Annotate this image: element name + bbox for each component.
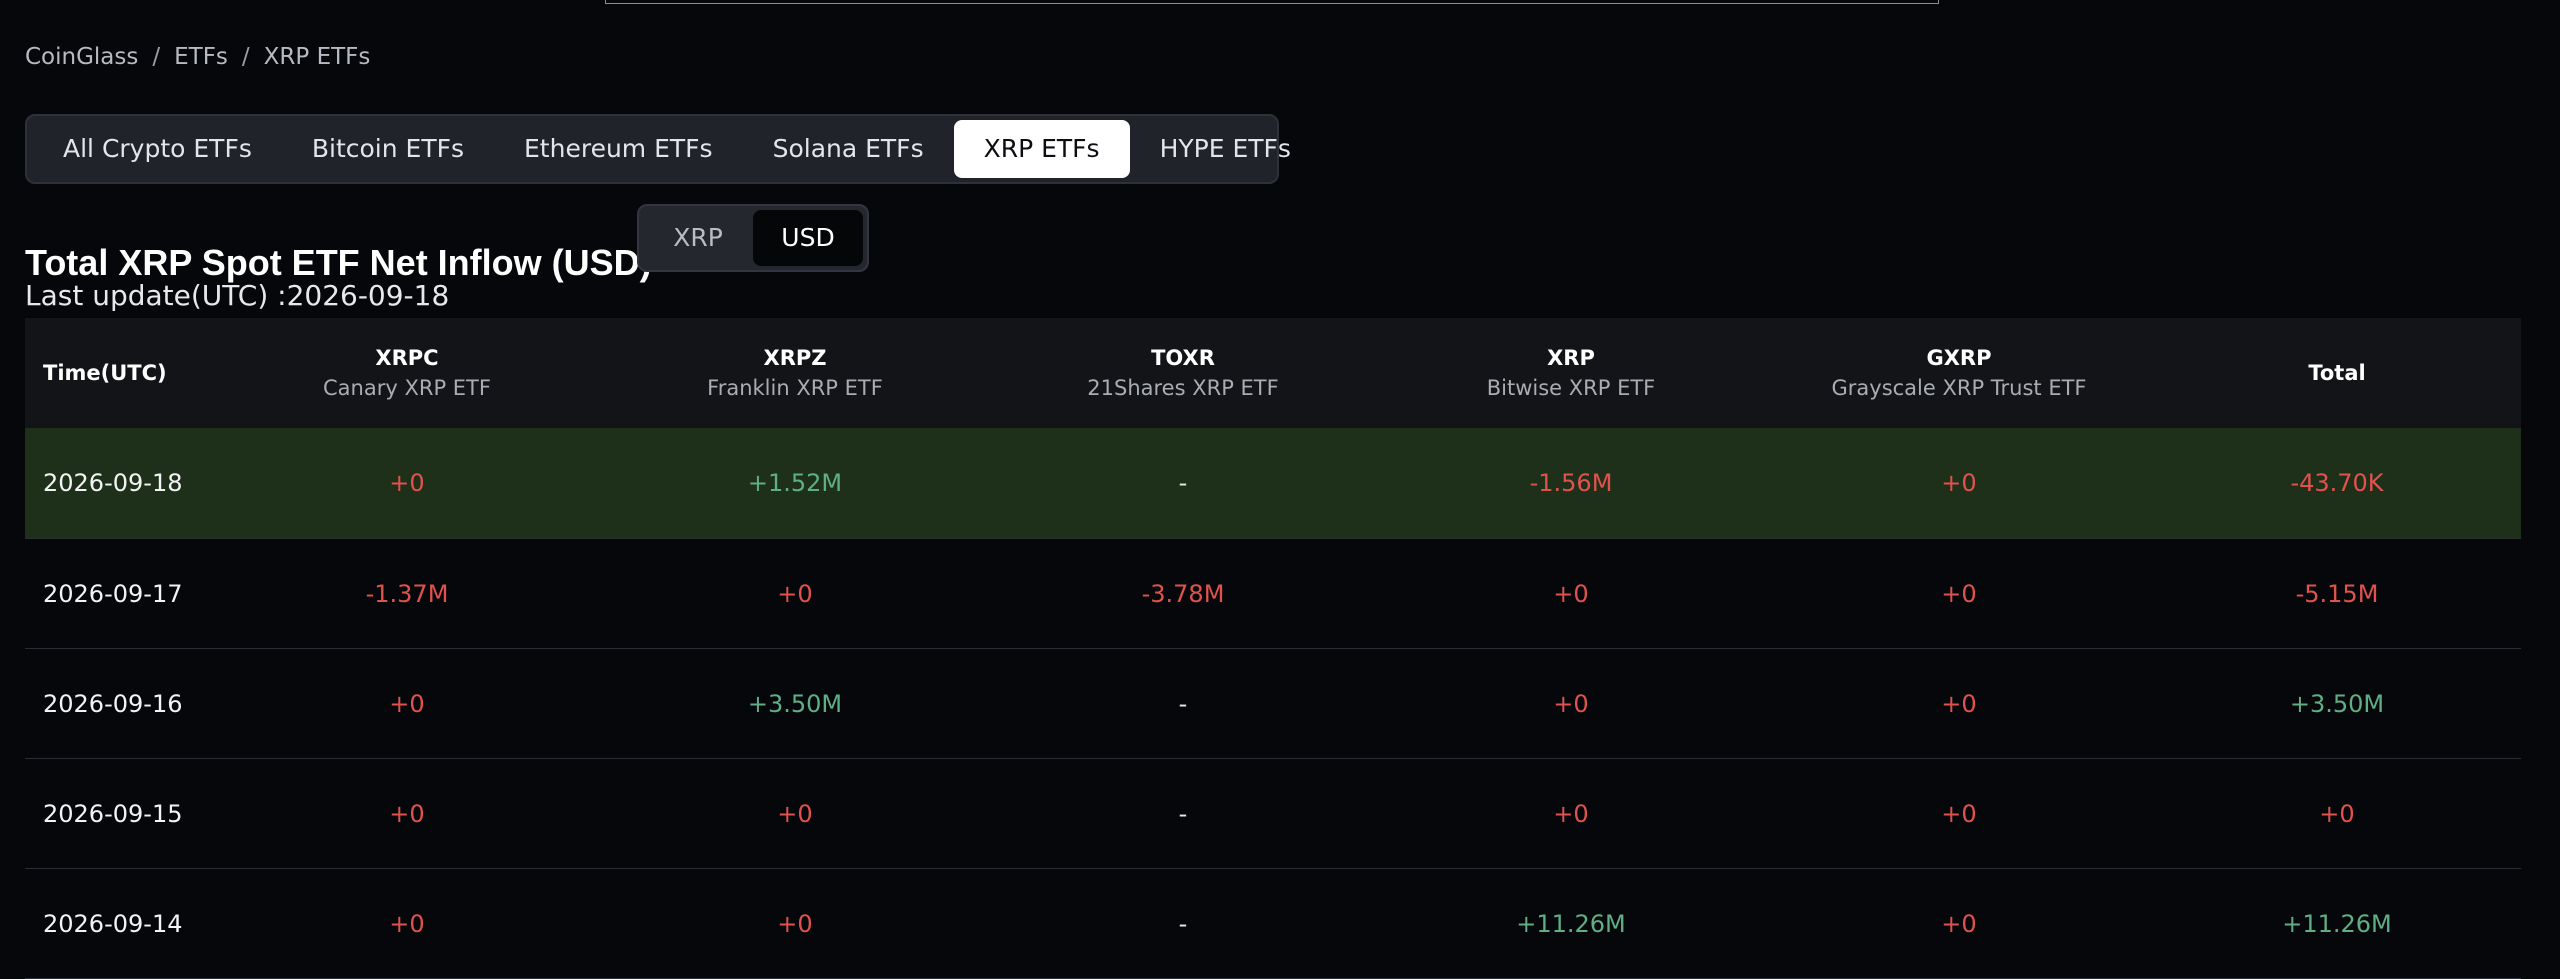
unit-toggle: XRP USD bbox=[637, 204, 869, 272]
flow-cell: -1.56M bbox=[1377, 428, 1765, 539]
table-row[interactable]: 2026-09-17 -1.37M +0 -3.78M +0 +0 -5.15M bbox=[25, 538, 2521, 649]
column-header-fund[interactable]: XRP Bitwise XRP ETF bbox=[1377, 318, 1765, 428]
flow-cell: -1.37M bbox=[213, 538, 601, 649]
tab-bitcoin-etfs[interactable]: Bitcoin ETFs bbox=[282, 120, 494, 178]
fund-ticker: GXRP bbox=[1926, 346, 1992, 370]
total-cell: +0 bbox=[2153, 758, 2521, 869]
table-row[interactable]: 2026-09-14 +0 +0 - +11.26M +0 +11.26M bbox=[25, 868, 2521, 979]
page-title: Total XRP Spot ETF Net Inflow (USD) bbox=[25, 242, 652, 284]
tab-solana-etfs[interactable]: Solana ETFs bbox=[743, 120, 954, 178]
fund-ticker: TOXR bbox=[1151, 346, 1215, 370]
fund-name: Bitwise XRP ETF bbox=[1486, 376, 1656, 400]
breadcrumb-current: XRP ETFs bbox=[263, 44, 371, 70]
flow-cell: - bbox=[989, 868, 1377, 979]
fund-name: 21Shares XRP ETF bbox=[1087, 376, 1279, 400]
flow-cell: +0 bbox=[601, 868, 989, 979]
column-header-fund[interactable]: TOXR 21Shares XRP ETF bbox=[989, 318, 1377, 428]
flow-cell: - bbox=[989, 648, 1377, 759]
last-update-text: Last update(UTC) :2026-09-18 bbox=[25, 279, 450, 312]
breadcrumb-etfs[interactable]: ETFs bbox=[174, 44, 228, 70]
unit-option-usd[interactable]: USD bbox=[753, 210, 863, 266]
row-date: 2026-09-16 bbox=[25, 648, 213, 759]
total-cell: +11.26M bbox=[2153, 868, 2521, 979]
flow-cell: +0 bbox=[1377, 758, 1765, 869]
tab-all-crypto-etfs[interactable]: All Crypto ETFs bbox=[33, 120, 282, 178]
flow-cell: +11.26M bbox=[1377, 868, 1765, 979]
flow-cell: +0 bbox=[1377, 648, 1765, 759]
flow-cell: +3.50M bbox=[601, 648, 989, 759]
etf-flow-table: Time(UTC) XRPC Canary XRP ETF XRPZ Frank… bbox=[25, 318, 2521, 979]
unit-option-xrp[interactable]: XRP bbox=[643, 210, 753, 266]
column-header-total: Total bbox=[2153, 318, 2521, 428]
flow-cell: +1.52M bbox=[601, 428, 989, 539]
breadcrumb-coinglass[interactable]: CoinGlass bbox=[25, 44, 138, 70]
table-row[interactable]: 2026-09-16 +0 +3.50M - +0 +0 +3.50M bbox=[25, 648, 2521, 759]
flow-cell: +0 bbox=[1377, 538, 1765, 649]
column-header-time: Time(UTC) bbox=[25, 318, 213, 428]
flow-cell: +0 bbox=[213, 428, 601, 539]
table-row[interactable]: 2026-09-18 +0 +1.52M - -1.56M +0 -43.70K bbox=[25, 428, 2521, 539]
fund-ticker: XRP bbox=[1547, 346, 1595, 370]
tab-xrp-etfs[interactable]: XRP ETFs bbox=[953, 120, 1130, 178]
flow-cell: +0 bbox=[213, 648, 601, 759]
flow-cell: +0 bbox=[601, 538, 989, 649]
fund-ticker: XRPZ bbox=[763, 346, 827, 370]
tab-hype-etfs[interactable]: HYPE ETFs bbox=[1130, 120, 1321, 178]
column-header-fund[interactable]: XRPC Canary XRP ETF bbox=[213, 318, 601, 428]
search-box-edge[interactable] bbox=[605, 0, 1939, 4]
row-date: 2026-09-14 bbox=[25, 868, 213, 979]
breadcrumb: CoinGlass / ETFs / XRP ETFs bbox=[25, 44, 370, 70]
flow-cell: - bbox=[989, 758, 1377, 869]
flow-cell: +0 bbox=[601, 758, 989, 869]
flow-cell: +0 bbox=[1765, 758, 2153, 869]
flow-cell: +0 bbox=[213, 868, 601, 979]
table-row[interactable]: 2026-09-15 +0 +0 - +0 +0 +0 bbox=[25, 758, 2521, 869]
breadcrumb-separator: / bbox=[241, 44, 250, 70]
total-cell: -43.70K bbox=[2153, 428, 2521, 539]
etf-category-tabs: All Crypto ETFs Bitcoin ETFs Ethereum ET… bbox=[25, 114, 1291, 184]
flow-cell: - bbox=[989, 428, 1377, 539]
column-header-fund[interactable]: XRPZ Franklin XRP ETF bbox=[601, 318, 989, 428]
breadcrumb-separator: / bbox=[152, 44, 161, 70]
row-date: 2026-09-18 bbox=[25, 428, 213, 539]
column-header-fund[interactable]: GXRP Grayscale XRP Trust ETF bbox=[1765, 318, 2153, 428]
fund-name: Grayscale XRP Trust ETF bbox=[1831, 376, 2087, 400]
total-cell: -5.15M bbox=[2153, 538, 2521, 649]
tab-ethereum-etfs[interactable]: Ethereum ETFs bbox=[494, 120, 743, 178]
flow-cell: +0 bbox=[1765, 428, 2153, 539]
row-date: 2026-09-17 bbox=[25, 538, 213, 649]
fund-ticker: XRPC bbox=[375, 346, 439, 370]
total-cell: +3.50M bbox=[2153, 648, 2521, 759]
fund-name: Canary XRP ETF bbox=[323, 376, 491, 400]
flow-cell: +0 bbox=[1765, 538, 2153, 649]
flow-cell: +0 bbox=[1765, 868, 2153, 979]
flow-cell: +0 bbox=[213, 758, 601, 869]
flow-cell: +0 bbox=[1765, 648, 2153, 759]
fund-name: Franklin XRP ETF bbox=[707, 376, 883, 400]
flow-cell: -3.78M bbox=[989, 538, 1377, 649]
table-header-row: Time(UTC) XRPC Canary XRP ETF XRPZ Frank… bbox=[25, 318, 2521, 428]
row-date: 2026-09-15 bbox=[25, 758, 213, 869]
